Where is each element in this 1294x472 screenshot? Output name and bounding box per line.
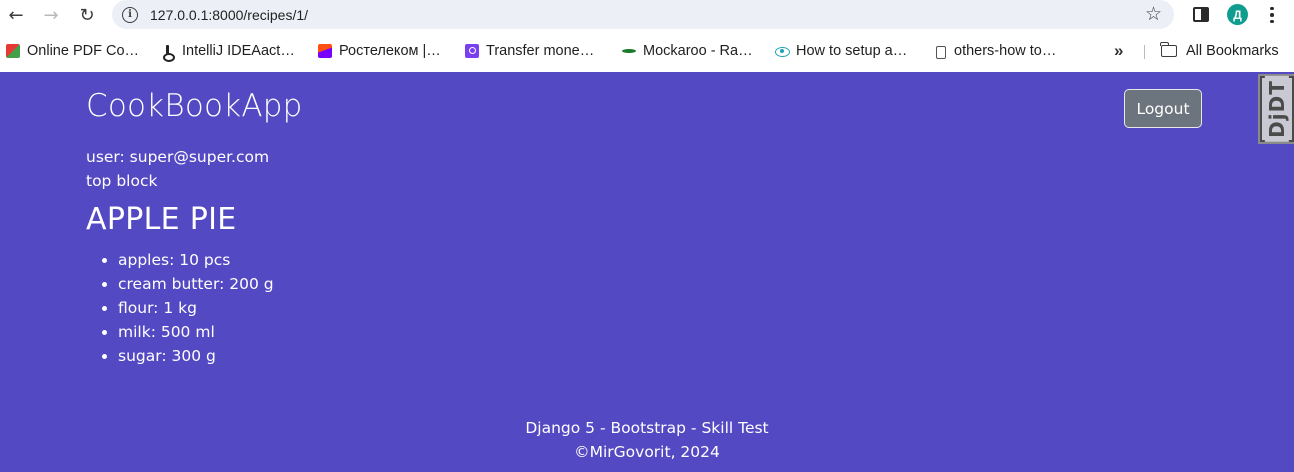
intellij-favicon-icon bbox=[161, 44, 175, 62]
others-favicon-icon bbox=[933, 44, 947, 59]
browser-toolbar: ← → ↻ i 127.0.0.1:8000/recipes/1/ ☆ Д bbox=[0, 0, 1294, 30]
eye-favicon-icon bbox=[775, 44, 790, 58]
forward-arrow-icon[interactable]: → bbox=[39, 3, 63, 27]
ingredient-item: milk: 500 ml bbox=[118, 320, 274, 344]
browser-chrome: ← → ↻ i 127.0.0.1:8000/recipes/1/ ☆ Д On… bbox=[0, 0, 1294, 72]
ingredient-list: apples: 10 pcs cream butter: 200 g flour… bbox=[118, 248, 274, 368]
more-bookmarks-chevron-icon[interactable]: » bbox=[1114, 41, 1123, 61]
footer-copyright: ©MirGovorit, 2024 bbox=[574, 443, 720, 461]
top-block-text: top block bbox=[86, 172, 158, 190]
url-text[interactable]: 127.0.0.1:8000/recipes/1/ bbox=[150, 7, 308, 23]
ingredient-item: flour: 1 kg bbox=[118, 296, 274, 320]
footer: Django 5 - Bootstrap - Skill Test ©MirGo… bbox=[0, 416, 1294, 464]
bookmark-item[interactable]: Transfer mone… bbox=[465, 41, 594, 61]
bookmarks-divider bbox=[1144, 45, 1145, 59]
bookmark-label: others-how to… bbox=[954, 43, 1057, 59]
bookmarks-bar: Online PDF Co… IntelliJ IDEAact… Ростеле… bbox=[0, 36, 1294, 66]
brand-title[interactable]: CookBookApp bbox=[86, 88, 302, 124]
transfer-favicon-icon bbox=[465, 44, 479, 58]
user-email: user: super@super.com bbox=[86, 148, 270, 166]
kebab-menu-icon[interactable] bbox=[1266, 4, 1278, 26]
footer-line: Django 5 - Bootstrap - Skill Test bbox=[525, 419, 769, 437]
mockaroo-favicon-icon bbox=[622, 44, 636, 58]
ingredient-item: sugar: 300 g bbox=[118, 344, 274, 368]
bookmark-star-icon[interactable]: ☆ bbox=[1145, 3, 1162, 25]
site-info-icon[interactable]: i bbox=[122, 6, 138, 23]
bookmark-item[interactable]: Online PDF Co… bbox=[6, 41, 139, 61]
bookmark-label: Ростелеком |… bbox=[339, 43, 441, 59]
folder-icon bbox=[1160, 42, 1177, 57]
rostelecom-favicon-icon bbox=[318, 44, 332, 58]
pdf-favicon-icon bbox=[6, 44, 20, 58]
bookmark-item[interactable]: Mockaroo - Ra… bbox=[622, 41, 753, 61]
address-bar[interactable]: i 127.0.0.1:8000/recipes/1/ ☆ bbox=[112, 0, 1174, 29]
logout-button[interactable]: Logout bbox=[1124, 89, 1202, 128]
side-panel-icon[interactable] bbox=[1193, 7, 1209, 22]
recipe-title: APPLE PIE bbox=[86, 202, 237, 237]
bookmark-item[interactable]: How to setup a… bbox=[775, 41, 907, 61]
bookmark-label: Mockaroo - Ra… bbox=[643, 43, 753, 59]
back-arrow-icon[interactable]: ← bbox=[4, 3, 28, 27]
all-bookmarks-button[interactable]: All Bookmarks bbox=[1160, 41, 1279, 61]
bookmark-item[interactable]: IntelliJ IDEAact… bbox=[161, 41, 295, 62]
profile-avatar[interactable]: Д bbox=[1227, 4, 1248, 25]
djdt-label: DjDT bbox=[1265, 76, 1290, 142]
bookmark-item[interactable]: others-how to… bbox=[933, 41, 1056, 61]
bookmark-label: Transfer mone… bbox=[486, 43, 595, 59]
page-content: CookBookApp Logout DjDT user: super@supe… bbox=[0, 72, 1294, 472]
bookmark-label: How to setup a… bbox=[796, 43, 908, 59]
bookmark-item[interactable]: Ростелеком |… bbox=[318, 41, 441, 61]
reload-icon[interactable]: ↻ bbox=[75, 3, 99, 27]
bookmark-label: IntelliJ IDEAact… bbox=[182, 43, 295, 59]
bookmark-label: Online PDF Co… bbox=[27, 43, 140, 59]
ingredient-item: apples: 10 pcs bbox=[118, 248, 274, 272]
all-bookmarks-label: All Bookmarks bbox=[1186, 43, 1279, 59]
django-debug-toolbar-handle[interactable]: DjDT bbox=[1258, 74, 1294, 144]
ingredient-item: cream butter: 200 g bbox=[118, 272, 274, 296]
